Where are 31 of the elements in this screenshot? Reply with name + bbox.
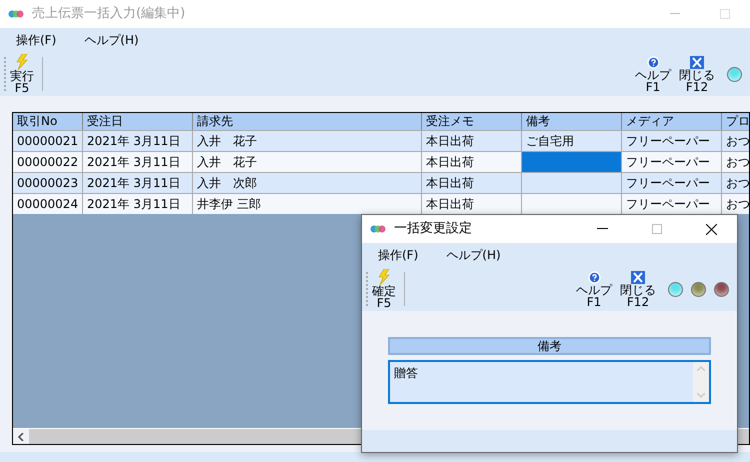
minimize-icon[interactable] — [597, 228, 608, 230]
toolbar-button[interactable]: 閉じる F12 — [616, 270, 660, 308]
app-logo-icon — [8, 9, 24, 19]
menu-item[interactable]: ヘルプ(H) — [84, 31, 139, 49]
menu-item[interactable]: ヘルプ(H) — [446, 246, 501, 264]
scroll-up-icon[interactable] — [697, 366, 705, 371]
close-icon[interactable] — [706, 224, 717, 234]
close-icon — [631, 270, 645, 284]
menu-item[interactable]: 操作(F) — [16, 31, 56, 49]
toolbar-button[interactable]: ヘルプ F1 — [631, 56, 675, 92]
toolbar-button[interactable]: ヘルプ F1 — [572, 270, 616, 308]
maximize-icon[interactable] — [652, 224, 662, 234]
lightning-icon — [378, 269, 390, 285]
toolbar-button[interactable]: 確定 F5 — [368, 269, 400, 309]
table-cell: 00000024 — [13, 194, 83, 214]
scroll-left-icon[interactable] — [18, 432, 24, 440]
toolbar-button[interactable]: 実行 F5 — [6, 54, 38, 94]
help-icon — [588, 270, 600, 284]
help-icon — [646, 56, 660, 68]
dialog-title: 一括変更設定 — [394, 220, 472, 238]
toolbar-button[interactable]: 閉じる F12 — [675, 56, 719, 92]
close-icon — [690, 56, 704, 68]
table-cell: 2021年 3月11日 — [83, 194, 193, 214]
app-logo-icon — [370, 224, 386, 234]
window-title: 売上伝票一括入力(編集中) — [32, 5, 186, 24]
menu-item[interactable]: 操作(F) — [378, 246, 418, 264]
field-label: 備考 — [388, 337, 711, 355]
lightning-icon — [16, 54, 28, 70]
memo-field[interactable]: 贈答 — [388, 360, 711, 404]
maximize-icon[interactable] — [720, 9, 730, 19]
scroll-down-icon[interactable] — [697, 393, 705, 398]
